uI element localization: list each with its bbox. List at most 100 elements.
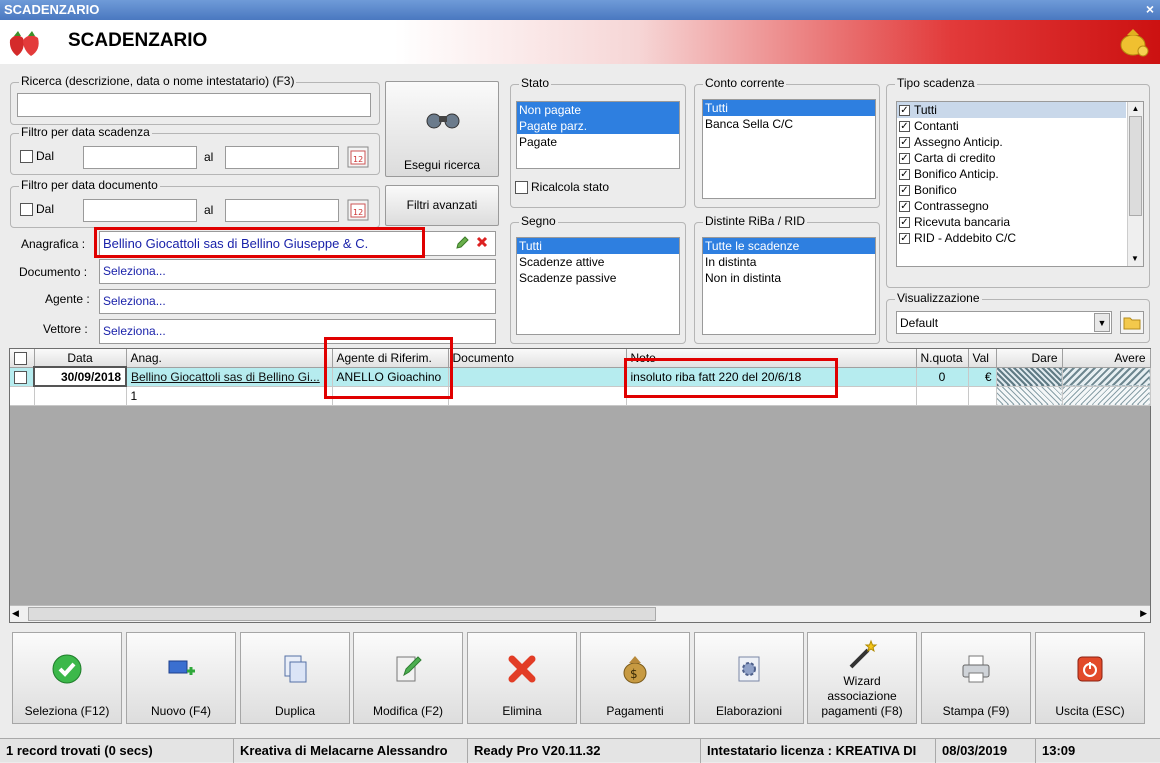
filter-scadenza-to-input[interactable] bbox=[225, 146, 339, 169]
pencil-icon[interactable] bbox=[455, 236, 469, 250]
esegui-ricerca-button[interactable]: Esegui ricerca bbox=[385, 81, 499, 177]
toolbar-button-printer[interactable]: Stampa (F9) bbox=[921, 632, 1031, 724]
scroll-thumb[interactable] bbox=[28, 607, 656, 621]
tipo-item[interactable]: ✓ RID - Addebito C/C bbox=[897, 230, 1126, 246]
cell-nquota[interactable]: 0 bbox=[916, 367, 969, 387]
search-input[interactable] bbox=[17, 93, 371, 117]
column-header-documento[interactable]: Documento bbox=[448, 349, 627, 368]
stato-item[interactable]: Pagate bbox=[517, 134, 679, 150]
cell-documento[interactable] bbox=[448, 367, 627, 387]
conto-item[interactable]: Banca Sella C/C bbox=[703, 116, 875, 132]
tipo-item[interactable]: ✓ Contrassegno bbox=[897, 198, 1126, 214]
segno-item[interactable]: Scadenze attive bbox=[517, 254, 679, 270]
distinte-list[interactable]: Tutte le scadenze In distinta Non in dis… bbox=[702, 237, 876, 335]
column-header-dare[interactable]: Dare bbox=[996, 349, 1063, 368]
scroll-left-icon[interactable]: ◀ bbox=[12, 608, 19, 619]
column-header-val[interactable]: Val bbox=[968, 349, 997, 368]
toolbar-button-money-bag[interactable]: $ Pagamenti bbox=[580, 632, 690, 724]
segno-item[interactable]: Scadenze passive bbox=[517, 270, 679, 286]
toolbar-button-wand[interactable]: Wizard associazione pagamenti (F8) bbox=[807, 632, 917, 724]
check-icon[interactable]: ✓ bbox=[899, 105, 910, 117]
cell-dare[interactable] bbox=[996, 367, 1063, 387]
select-all-header[interactable] bbox=[10, 349, 35, 368]
tipo-list[interactable]: ✓ Tutti ✓ Contanti ✓ Assegno Anticip. ✓ Carta d… bbox=[896, 101, 1144, 267]
cell-data[interactable]: 30/09/2018 bbox=[33, 366, 127, 387]
stato-item[interactable]: Pagate parz. bbox=[517, 118, 679, 134]
column-header-avere[interactable]: Avere bbox=[1062, 349, 1151, 368]
filtri-avanzati-button[interactable]: Filtri avanzati bbox=[385, 185, 499, 226]
gear-icon bbox=[738, 656, 760, 682]
toolbar-button-exit[interactable]: Uscita (ESC) bbox=[1035, 632, 1145, 724]
filter-scadenza-from-input[interactable] bbox=[83, 146, 197, 169]
check-icon[interactable]: ✓ bbox=[899, 169, 910, 181]
row-checkbox[interactable] bbox=[14, 370, 27, 384]
close-icon[interactable]: × bbox=[1146, 1, 1154, 17]
conto-list[interactable]: Tutti Banca Sella C/C bbox=[702, 99, 876, 199]
tipo-item[interactable]: ✓ Bonifico bbox=[897, 182, 1126, 198]
chevron-down-icon[interactable]: ▼ bbox=[1094, 313, 1110, 332]
visualizzazione-select[interactable]: Default ▼ bbox=[896, 311, 1112, 334]
check-icon[interactable]: ✓ bbox=[899, 121, 910, 133]
column-header-anag[interactable]: Anag. bbox=[126, 349, 333, 368]
clear-icon[interactable] bbox=[476, 236, 488, 248]
scroll-thumb[interactable] bbox=[1129, 116, 1142, 216]
check-icon[interactable]: ✓ bbox=[899, 217, 910, 229]
check-icon[interactable]: ✓ bbox=[899, 233, 910, 245]
toolbar-button-check[interactable]: Seleziona (F12) bbox=[12, 632, 122, 724]
tipo-item[interactable]: ✓ Contanti bbox=[897, 118, 1126, 134]
filter-scadenza-checkbox[interactable] bbox=[20, 150, 33, 163]
filter-documento-from-input[interactable] bbox=[83, 199, 197, 222]
column-header-data[interactable]: Data bbox=[34, 349, 127, 368]
calendar-icon[interactable]: 12 bbox=[347, 199, 369, 221]
column-header-nquota[interactable]: N.quota bbox=[916, 349, 969, 368]
row-checkbox-cell[interactable] bbox=[10, 367, 35, 387]
toolbar-button-edit[interactable]: Modifica (F2) bbox=[353, 632, 463, 724]
grid-horizontal-scrollbar[interactable]: ◀ ▶ bbox=[10, 605, 1150, 622]
scroll-right-icon[interactable]: ▶ bbox=[1140, 608, 1147, 619]
table-row[interactable]: 1 bbox=[10, 386, 1151, 406]
segno-item[interactable]: Tutti bbox=[517, 238, 679, 254]
toolbar-button-duplicate[interactable]: Duplica bbox=[240, 632, 350, 724]
tipo-item[interactable]: ✓ Assegno Anticip. bbox=[897, 134, 1126, 150]
distinte-item[interactable]: Tutte le scadenze bbox=[703, 238, 875, 254]
calendar-icon[interactable]: 12 bbox=[347, 146, 369, 168]
distinte-item[interactable]: Non in distinta bbox=[703, 270, 875, 286]
scroll-down-icon[interactable]: ▼ bbox=[1128, 252, 1142, 266]
cell-anag[interactable]: 1 bbox=[126, 386, 333, 406]
tipo-scrollbar[interactable]: ▲ ▼ bbox=[1127, 102, 1143, 266]
documento-field[interactable]: Seleziona... bbox=[99, 259, 496, 284]
anagrafica-label: Anagrafica : bbox=[21, 237, 86, 251]
tipo-item-label: Contrassegno bbox=[914, 199, 989, 213]
tipo-group: Tipo scadenza ✓ Tutti ✓ Contanti ✓ Assegno An… bbox=[886, 76, 1150, 288]
ricalcola-checkbox[interactable] bbox=[515, 181, 528, 194]
edit-icon bbox=[396, 656, 422, 682]
svg-text:12: 12 bbox=[353, 208, 363, 217]
toolbar-button-label: Pagamenti bbox=[606, 704, 664, 718]
check-icon[interactable]: ✓ bbox=[899, 185, 910, 197]
stato-item[interactable]: Non pagate bbox=[517, 102, 679, 118]
cell-val[interactable]: € bbox=[968, 367, 997, 387]
toolbar-button-gear[interactable]: Elaborazioni bbox=[694, 632, 804, 724]
filter-documento-to-input[interactable] bbox=[225, 199, 339, 222]
tipo-item[interactable]: ✓ Bonifico Anticip. bbox=[897, 166, 1126, 182]
cell-anag[interactable]: Bellino Giocattoli sas di Bellino Gi... bbox=[126, 367, 333, 387]
check-icon[interactable]: ✓ bbox=[899, 153, 910, 165]
select-all-checkbox[interactable] bbox=[14, 351, 27, 365]
scroll-up-icon[interactable]: ▲ bbox=[1128, 102, 1143, 116]
cell-avere[interactable] bbox=[1062, 367, 1151, 387]
agente-field[interactable]: Seleziona... bbox=[99, 289, 496, 314]
folder-icon[interactable] bbox=[1120, 311, 1144, 334]
check-icon[interactable]: ✓ bbox=[899, 201, 910, 213]
tipo-item[interactable]: ✓ Tutti bbox=[897, 102, 1126, 118]
tipo-item[interactable]: ✓ Ricevuta bancaria bbox=[897, 214, 1126, 230]
toolbar-button-new[interactable]: Nuovo (F4) bbox=[126, 632, 236, 724]
check-icon[interactable]: ✓ bbox=[899, 137, 910, 149]
distinte-item[interactable]: In distinta bbox=[703, 254, 875, 270]
table-row[interactable]: 30/09/2018 Bellino Giocattoli sas di Bel… bbox=[10, 366, 1151, 387]
segno-list[interactable]: Tutti Scadenze attive Scadenze passive bbox=[516, 237, 680, 335]
tipo-item[interactable]: ✓ Carta di credito bbox=[897, 150, 1126, 166]
stato-list[interactable]: Non pagate Pagate parz. Pagate bbox=[516, 101, 680, 169]
conto-item[interactable]: Tutti bbox=[703, 100, 875, 116]
filter-documento-checkbox[interactable] bbox=[20, 203, 33, 216]
toolbar-button-delete[interactable]: Elimina bbox=[467, 632, 577, 724]
